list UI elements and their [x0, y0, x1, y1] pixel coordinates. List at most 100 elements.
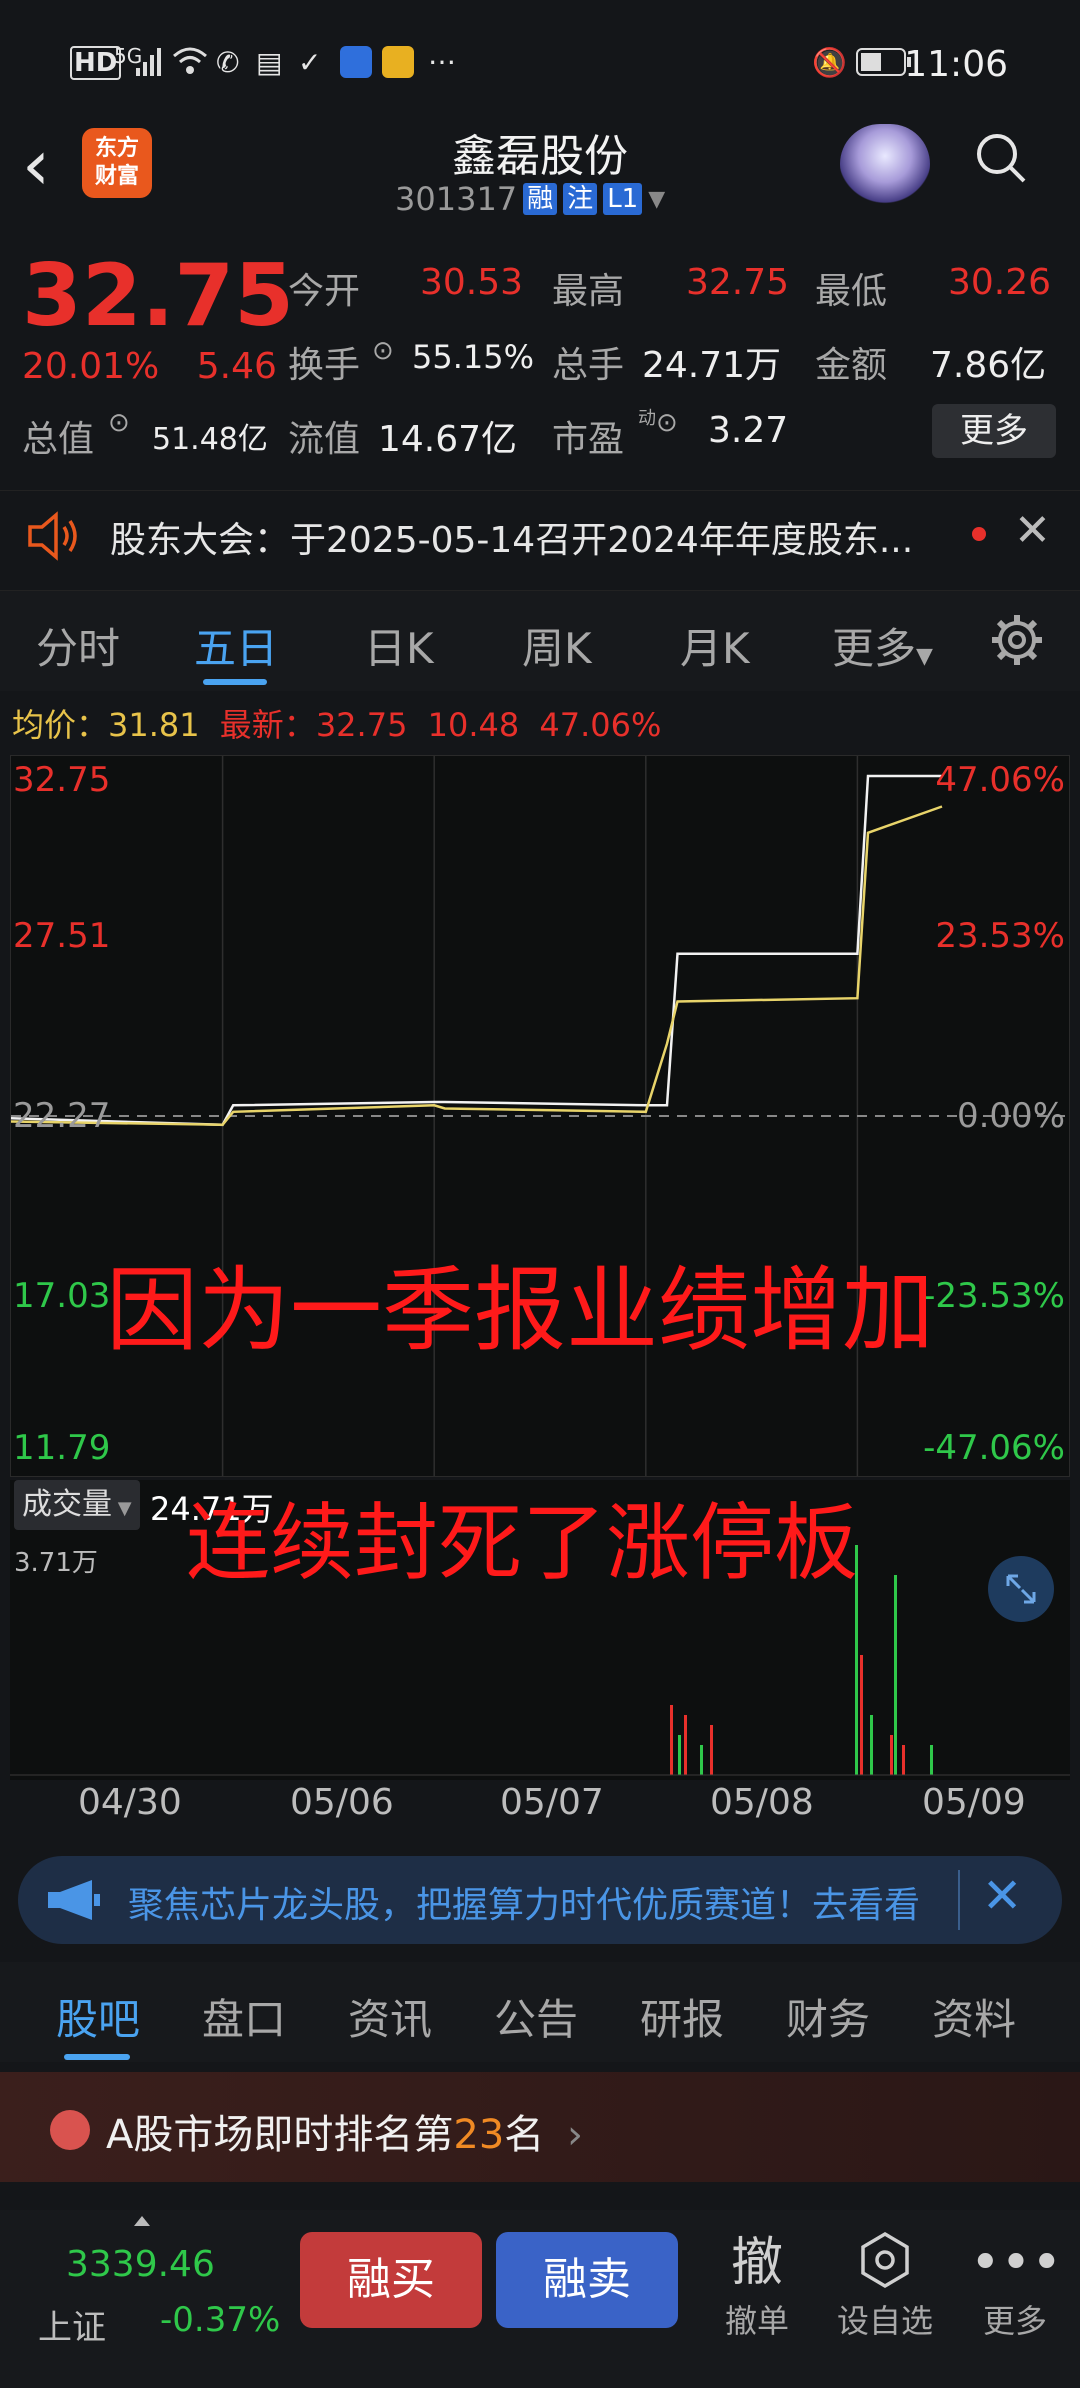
volume-bar [684, 1715, 687, 1775]
more-status-icon: … [428, 38, 456, 71]
notice-bar[interactable]: 股东大会：于2025-05-14召开2024年年度股东... ✕ [0, 490, 1080, 581]
margin-buy-button[interactable]: 融买 [300, 2232, 482, 2328]
pe-label: 市盈 [552, 419, 625, 460]
more-dots-icon: ••• [970, 2233, 1063, 2293]
avg-label: 均价： [12, 706, 109, 744]
tab-more[interactable]: 更多▼ [832, 615, 933, 676]
turnover-label: 换手 [288, 345, 361, 386]
tab-monthly-k[interactable]: 月K [680, 615, 750, 676]
volume-label: 总手 [552, 345, 625, 386]
add-watchlist-icon [830, 2230, 940, 2296]
more-label: 更多 [982, 2302, 1047, 2340]
latest-percent: 47.06% [539, 706, 662, 744]
wifi-icon [173, 47, 207, 74]
margin-sell-button[interactable]: 融卖 [496, 2232, 678, 2328]
check-icon: ✓ [298, 46, 322, 79]
tab-research[interactable]: 研报 [640, 1986, 724, 2047]
add-watchlist-label: 设自选 [836, 2302, 933, 2340]
rank-number: 23 [453, 2112, 505, 2158]
search-icon[interactable] [975, 132, 1027, 184]
overlay-caption-1: 因为一季报业绩增加 [106, 1257, 935, 1364]
tab-intraday[interactable]: 分时 [36, 615, 120, 676]
collapse-arrow-icon[interactable] [134, 2216, 150, 2226]
index-change: -0.37% [160, 2300, 281, 2340]
x-tick: 05/06 [290, 1782, 394, 1823]
turnover-info-icon[interactable]: ⊙ [372, 336, 394, 366]
more-button[interactable]: ••• 更多 [970, 2230, 1063, 2342]
latest-change: 10.48 [427, 706, 520, 744]
robot-assistant-avatar[interactable] [840, 124, 930, 204]
notice-text: 股东大会：于2025-05-14召开2024年年度股东... [110, 520, 914, 561]
market-cap-info-icon[interactable]: ⊙ [108, 408, 130, 438]
volume-bar [930, 1745, 933, 1775]
tab-forum[interactable]: 股吧 [56, 1986, 140, 2047]
tag-margin: 融 [523, 183, 558, 215]
change-amount: 5.46 [196, 346, 277, 387]
volume-bar [860, 1655, 863, 1775]
tab-profile[interactable]: 资料 [932, 1986, 1016, 2047]
close-icon[interactable]: ✕ [1014, 505, 1051, 556]
header: ‹ 东方 财富 鑫磊股份 301317 融 注 L1 ▼ [0, 120, 1080, 232]
y-left-tick: 17.03 [13, 1276, 111, 1316]
speaker-icon [28, 511, 77, 561]
bottom-bar: 3339.46 上证 -0.37% 融买 融卖 撤 撤单 设自选 ••• 更多 [0, 2210, 1080, 2388]
rank-prefix: A股市场即时排名第 [106, 2112, 454, 2158]
add-watchlist-button[interactable]: 设自选 [830, 2230, 940, 2342]
open-value: 30.53 [420, 262, 524, 303]
status-bar: HD 5G ✆ ▤ ✓ … 🔕 11:06 [0, 0, 1080, 120]
change-percent: 20.01% [22, 346, 160, 387]
cancel-order-button[interactable]: 撤 撤单 [712, 2230, 802, 2342]
tab-weekly-k[interactable]: 周K [522, 615, 592, 676]
x-tick: 04/30 [78, 1782, 182, 1823]
x-tick: 05/09 [922, 1782, 1026, 1823]
close-icon[interactable]: ✕ [982, 1868, 1022, 1924]
x-tick: 05/08 [710, 1782, 814, 1823]
active-tab-indicator [64, 2054, 130, 2060]
caret-down-icon: ▼ [916, 644, 933, 669]
market-cap-label: 总值 [22, 419, 95, 460]
signal-icon [136, 48, 161, 76]
low-value: 30.26 [948, 262, 1052, 303]
expand-arrows-icon [1006, 1574, 1036, 1604]
avg-value: 31.81 [108, 706, 200, 744]
amount-value: 7.86亿 [930, 345, 1047, 386]
tab-five-day[interactable]: 五日 [194, 615, 278, 676]
latest-label: 最新： [219, 706, 316, 744]
tab-finance[interactable]: 财务 [786, 1986, 870, 2047]
volume-bar [902, 1745, 905, 1775]
gear-icon[interactable] [990, 613, 1044, 667]
volume-bar [894, 1575, 897, 1775]
high-value: 32.75 [686, 262, 790, 303]
rank-chart-icon [50, 2110, 90, 2150]
expand-icon[interactable] [988, 1556, 1054, 1622]
volume-bar [700, 1745, 703, 1775]
y-right-tick: 0.00% [956, 1096, 1065, 1136]
tab-announcements[interactable]: 公告 [494, 1986, 578, 2047]
active-tab-indicator [203, 679, 267, 685]
promo-banner[interactable]: 聚焦芯片龙头股，把握算力时代优质赛道！去看看 ✕ [18, 1856, 1062, 1944]
x-tick: 05/07 [500, 1782, 604, 1823]
dropdown-icon[interactable]: ▼ [648, 187, 665, 212]
volume-bar [890, 1735, 893, 1775]
latest-value: 32.75 [315, 706, 408, 744]
tab-news[interactable]: 资讯 [348, 1986, 432, 2047]
pe-info-icon[interactable]: ⊙ [656, 408, 678, 438]
index-value: 3339.46 [66, 2244, 215, 2285]
more-quote-button[interactable]: 更多 [932, 404, 1056, 458]
tab-daily-k[interactable]: 日K [364, 615, 434, 676]
rank-text: A股市场即时排名第23名 › [106, 2102, 583, 2160]
tab-more-label: 更多 [832, 624, 917, 673]
app-icon [340, 46, 372, 78]
pe-superscript: 动 [638, 408, 656, 429]
market-cap-value: 51.48亿 [152, 422, 268, 457]
float-cap-label: 流值 [288, 419, 361, 460]
overlay-caption-2: 连续封死了涨停板 [186, 1494, 859, 1592]
cancel-order-icon: 撤 [730, 2233, 783, 2293]
y-right-tick: -47.06% [923, 1428, 1065, 1468]
rank-banner[interactable]: A股市场即时排名第23名 › [0, 2072, 1080, 2182]
tab-orderbook[interactable]: 盘口 [202, 1986, 286, 2047]
y-right-tick: -23.53% [923, 1276, 1065, 1316]
volume-bar [710, 1725, 713, 1775]
amount-label: 金额 [815, 345, 888, 386]
float-cap-value: 14.67亿 [378, 419, 518, 460]
